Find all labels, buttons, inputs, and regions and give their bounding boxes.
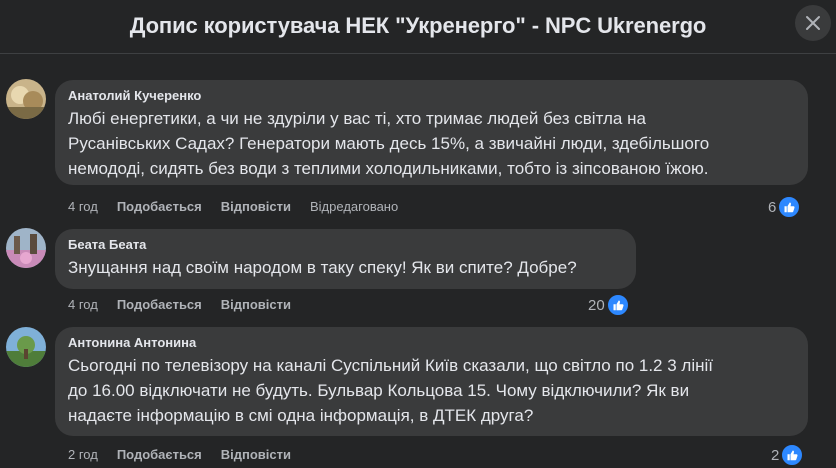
comment-time[interactable]: 2 год <box>68 447 98 462</box>
comment-actions: 4 год Подобається Відповісти Відредагова… <box>68 199 417 214</box>
like-button[interactable]: Подобається <box>117 297 202 312</box>
comment-time[interactable]: 4 год <box>68 199 98 214</box>
reaction-summary[interactable]: 20 <box>588 293 630 317</box>
comment-bubble: Беата Беата Знущання над своїм народом в… <box>55 229 636 289</box>
reply-button[interactable]: Відповісти <box>221 447 291 462</box>
comment-text: Знущання над своїм народом в таку спеку!… <box>68 258 577 277</box>
reaction-count: 6 <box>768 198 777 216</box>
comment-bubble: Анатолий Кучеренко Любі енергетики, а чи… <box>55 80 808 185</box>
reaction-count: 2 <box>771 446 780 464</box>
avatar-image <box>6 79 46 119</box>
comment-bubble: Антонина Антонина Сьогодні по телевізору… <box>55 327 808 436</box>
close-icon <box>806 16 820 30</box>
reply-button[interactable]: Відповісти <box>221 297 291 312</box>
dialog-header: Допис користувача НЕК "Укренерго" - NPC … <box>0 0 836 54</box>
comment-text: Любі енергетики, а чи не здуріли у вас т… <box>68 109 710 178</box>
like-button[interactable]: Подобається <box>117 447 202 462</box>
comment-text: Сьогодні по телевізору на каналі Суспіль… <box>68 356 713 425</box>
like-icon <box>777 195 802 219</box>
comment-actions: 4 год Подобається Відповісти <box>68 297 310 312</box>
reaction-summary[interactable]: 2 <box>771 443 805 467</box>
avatar-image <box>6 228 46 268</box>
dialog-title: Допис користувача НЕК "Укренерго" - NPC … <box>129 13 707 38</box>
avatar[interactable] <box>6 228 46 268</box>
like-button[interactable]: Подобається <box>117 199 202 214</box>
reply-button[interactable]: Відповісти <box>221 199 291 214</box>
comment-actions: 2 год Подобається Відповісти <box>68 447 310 462</box>
close-button[interactable] <box>795 5 831 41</box>
comment-author[interactable]: Анатолий Кучеренко <box>68 88 796 104</box>
reaction-summary[interactable]: 6 <box>768 195 802 219</box>
comment-author[interactable]: Беата Беата <box>68 237 624 253</box>
avatar[interactable] <box>6 79 46 119</box>
comment-author[interactable]: Антонина Антонина <box>68 335 796 351</box>
avatar[interactable] <box>6 327 46 367</box>
like-icon <box>780 443 805 467</box>
edited-label: Відредаговано <box>310 199 399 214</box>
comment-time[interactable]: 4 год <box>68 297 98 312</box>
reaction-count: 20 <box>588 296 605 314</box>
avatar-image <box>6 327 46 367</box>
like-icon <box>605 293 630 317</box>
